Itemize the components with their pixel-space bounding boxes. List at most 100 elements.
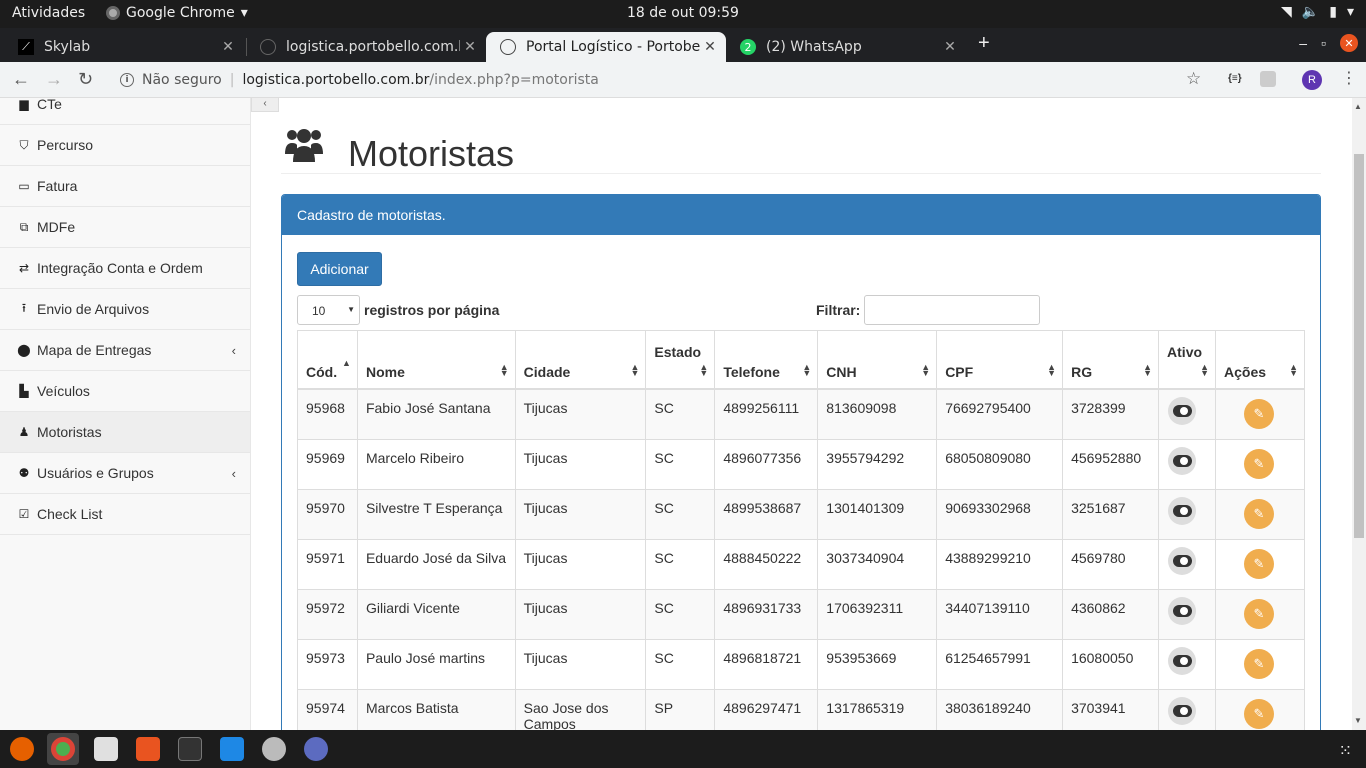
cell-acoes: ✎ (1215, 488, 1305, 540)
tab-skylab[interactable]: ⟋ Skylab ✕ (4, 32, 244, 62)
toggle-knob (1180, 706, 1189, 715)
edit-button[interactable]: ✎ (1244, 648, 1274, 679)
sidebar-item-envio-arquivos[interactable]: ⭱ Envio de Arquivos (0, 289, 250, 330)
column-header-ativo[interactable]: Ativo ▲ ▼ (1158, 330, 1216, 390)
cell-cpf: 68050809080 (936, 438, 1064, 490)
address-bar[interactable]: i Não seguro | logistica.portobello.com.… (110, 65, 1218, 95)
extension-icon[interactable]: {≡} (1228, 73, 1242, 84)
active-toggle[interactable] (1168, 546, 1197, 575)
close-tab-icon[interactable]: ✕ (460, 39, 480, 55)
sidebar-item-mapa-entregas[interactable]: ⬤ Mapa de Entregas ‹ (0, 330, 250, 371)
road-icon: ⛉ (19, 137, 29, 152)
cell-rg: 16080050 (1062, 638, 1160, 690)
column-header-rg[interactable]: RG ▲ ▼ (1062, 330, 1160, 390)
cell-telefone: 4899538687 (714, 488, 819, 540)
cell-cpf: 43889299210 (936, 538, 1064, 590)
sidebar-item-cte[interactable]: ▆ CTe (0, 98, 250, 125)
maximize-icon[interactable]: ▫ (1321, 35, 1326, 51)
close-tab-icon[interactable]: ✕ (700, 39, 720, 55)
reload-icon[interactable]: ↻ (78, 69, 93, 90)
active-toggle[interactable] (1168, 646, 1197, 675)
pencil-icon: ✎ (1253, 555, 1265, 571)
system-tray[interactable]: ◥ 🔈 ▮ ▾ (1281, 4, 1354, 20)
sidebar-item-label: Mapa de Entregas (37, 342, 152, 358)
extension-icon[interactable] (1260, 71, 1276, 87)
app-grid-icon[interactable]: ⁙ (1339, 741, 1352, 761)
sidebar-item-check-list[interactable]: ☑ Check List (0, 494, 250, 535)
tab-logistica[interactable]: logistica.portobello.com.br ✕ (246, 32, 486, 62)
sort-icon: ▲ ▼ (699, 361, 709, 378)
sidebar: ▆ CTe ⛉ Percurso ▭ Fatura ⧉ MDFe ⇄ Integ… (0, 98, 251, 730)
toggle-knob (1180, 606, 1189, 615)
settings-icon[interactable] (262, 737, 286, 761)
files-icon[interactable] (94, 737, 118, 761)
sidebar-item-percurso[interactable]: ⛉ Percurso (0, 125, 250, 166)
tab-portal-logistico[interactable]: Portal Logístico - Portobello ✕ (486, 32, 726, 62)
edit-button[interactable]: ✎ (1244, 498, 1274, 529)
page-scrollbar[interactable]: ▲ ▼ (1352, 98, 1366, 730)
column-header-cnh[interactable]: CNH ▲ ▼ (817, 330, 938, 390)
database-icon[interactable] (304, 737, 328, 761)
filter-input[interactable] (864, 295, 1041, 325)
vscode-icon[interactable] (220, 737, 244, 761)
scroll-down-icon[interactable]: ▼ (1354, 716, 1362, 725)
forward-icon[interactable]: → (45, 69, 63, 90)
column-header-cidade[interactable]: Cidade ▲ ▼ (514, 330, 647, 390)
sidebar-item-veiculos[interactable]: ▙ Veículos (0, 371, 250, 412)
tab-whatsapp[interactable]: 2 (2) WhatsApp ✕ (726, 32, 966, 62)
kebab-menu-icon[interactable]: ⋮ (1341, 68, 1357, 88)
pencil-icon: ✎ (1253, 705, 1265, 721)
cell-cpf: 34407139110 (936, 588, 1064, 640)
active-toggle[interactable] (1168, 396, 1197, 425)
terminal-icon[interactable] (178, 737, 202, 761)
active-toggle[interactable] (1168, 446, 1197, 475)
cell-ativo (1158, 638, 1216, 690)
sidebar-item-usuarios-grupos[interactable]: ⚉ Usuários e Grupos ‹ (0, 453, 250, 494)
page-length-select[interactable]: 10 ▼ (297, 295, 360, 325)
back-icon[interactable]: ← (12, 69, 30, 90)
cell-acoes: ✎ (1215, 538, 1305, 590)
sidebar-item-motoristas[interactable]: ♟ Motoristas (0, 412, 250, 453)
active-toggle[interactable] (1168, 496, 1197, 525)
edit-button[interactable]: ✎ (1244, 448, 1274, 479)
column-header-estado[interactable]: Estado ▲ ▼ (645, 330, 716, 390)
column-header-acoes[interactable]: Ações ▲ ▼ (1215, 330, 1305, 390)
minimize-icon[interactable]: – (1299, 35, 1307, 51)
firefox-icon[interactable] (10, 737, 34, 761)
column-header-telefone[interactable]: Telefone ▲ ▼ (714, 330, 819, 390)
sidebar-item-fatura[interactable]: ▭ Fatura (0, 166, 250, 207)
cell-nome: Marcelo Ribeiro (356, 438, 516, 490)
profile-avatar[interactable]: R (1302, 70, 1322, 90)
activities-button[interactable]: Atividades (12, 5, 85, 21)
column-header-label: Cidade (523, 363, 571, 380)
edit-button[interactable]: ✎ (1244, 548, 1274, 579)
scroll-up-icon[interactable]: ▲ (1354, 102, 1362, 111)
new-tab-button[interactable]: + (978, 32, 990, 55)
column-header-cod[interactable]: Cód. ▲ (297, 330, 358, 390)
column-header-nome[interactable]: Nome ▲ ▼ (356, 330, 516, 390)
close-tab-icon[interactable]: ✕ (218, 39, 238, 55)
edit-button[interactable]: ✎ (1244, 698, 1274, 729)
close-tab-icon[interactable]: ✕ (940, 39, 960, 55)
page-length-label: registros por página (364, 302, 500, 318)
chrome-icon[interactable] (51, 737, 75, 761)
active-toggle[interactable] (1168, 696, 1197, 725)
column-header-cpf[interactable]: CPF ▲ ▼ (936, 330, 1064, 390)
info-icon[interactable]: i (120, 73, 134, 87)
close-window-icon[interactable]: ✕ (1340, 34, 1358, 52)
active-toggle[interactable] (1168, 596, 1197, 625)
sidebar-item-integracao[interactable]: ⇄ Integração Conta e Ordem (0, 248, 250, 289)
edit-button[interactable]: ✎ (1244, 598, 1274, 629)
security-indicator[interactable]: Não seguro (142, 72, 222, 88)
cell-nome: Fabio José Santana (356, 388, 516, 440)
sidebar-item-mdfe[interactable]: ⧉ MDFe (0, 207, 250, 248)
sidebar-collapse-button[interactable]: ‹ (251, 98, 279, 112)
scrollbar-thumb[interactable] (1354, 154, 1364, 538)
app-menu[interactable]: Google Chrome ▾ (106, 5, 248, 21)
cell-rg: 4569780 (1062, 538, 1160, 590)
sort-icon: ▲ ▼ (1200, 361, 1209, 378)
bookmark-star-icon[interactable]: ☆ (1186, 69, 1201, 89)
software-center-icon[interactable] (136, 737, 160, 761)
edit-button[interactable]: ✎ (1244, 398, 1274, 429)
add-button[interactable]: Adicionar (297, 252, 382, 286)
